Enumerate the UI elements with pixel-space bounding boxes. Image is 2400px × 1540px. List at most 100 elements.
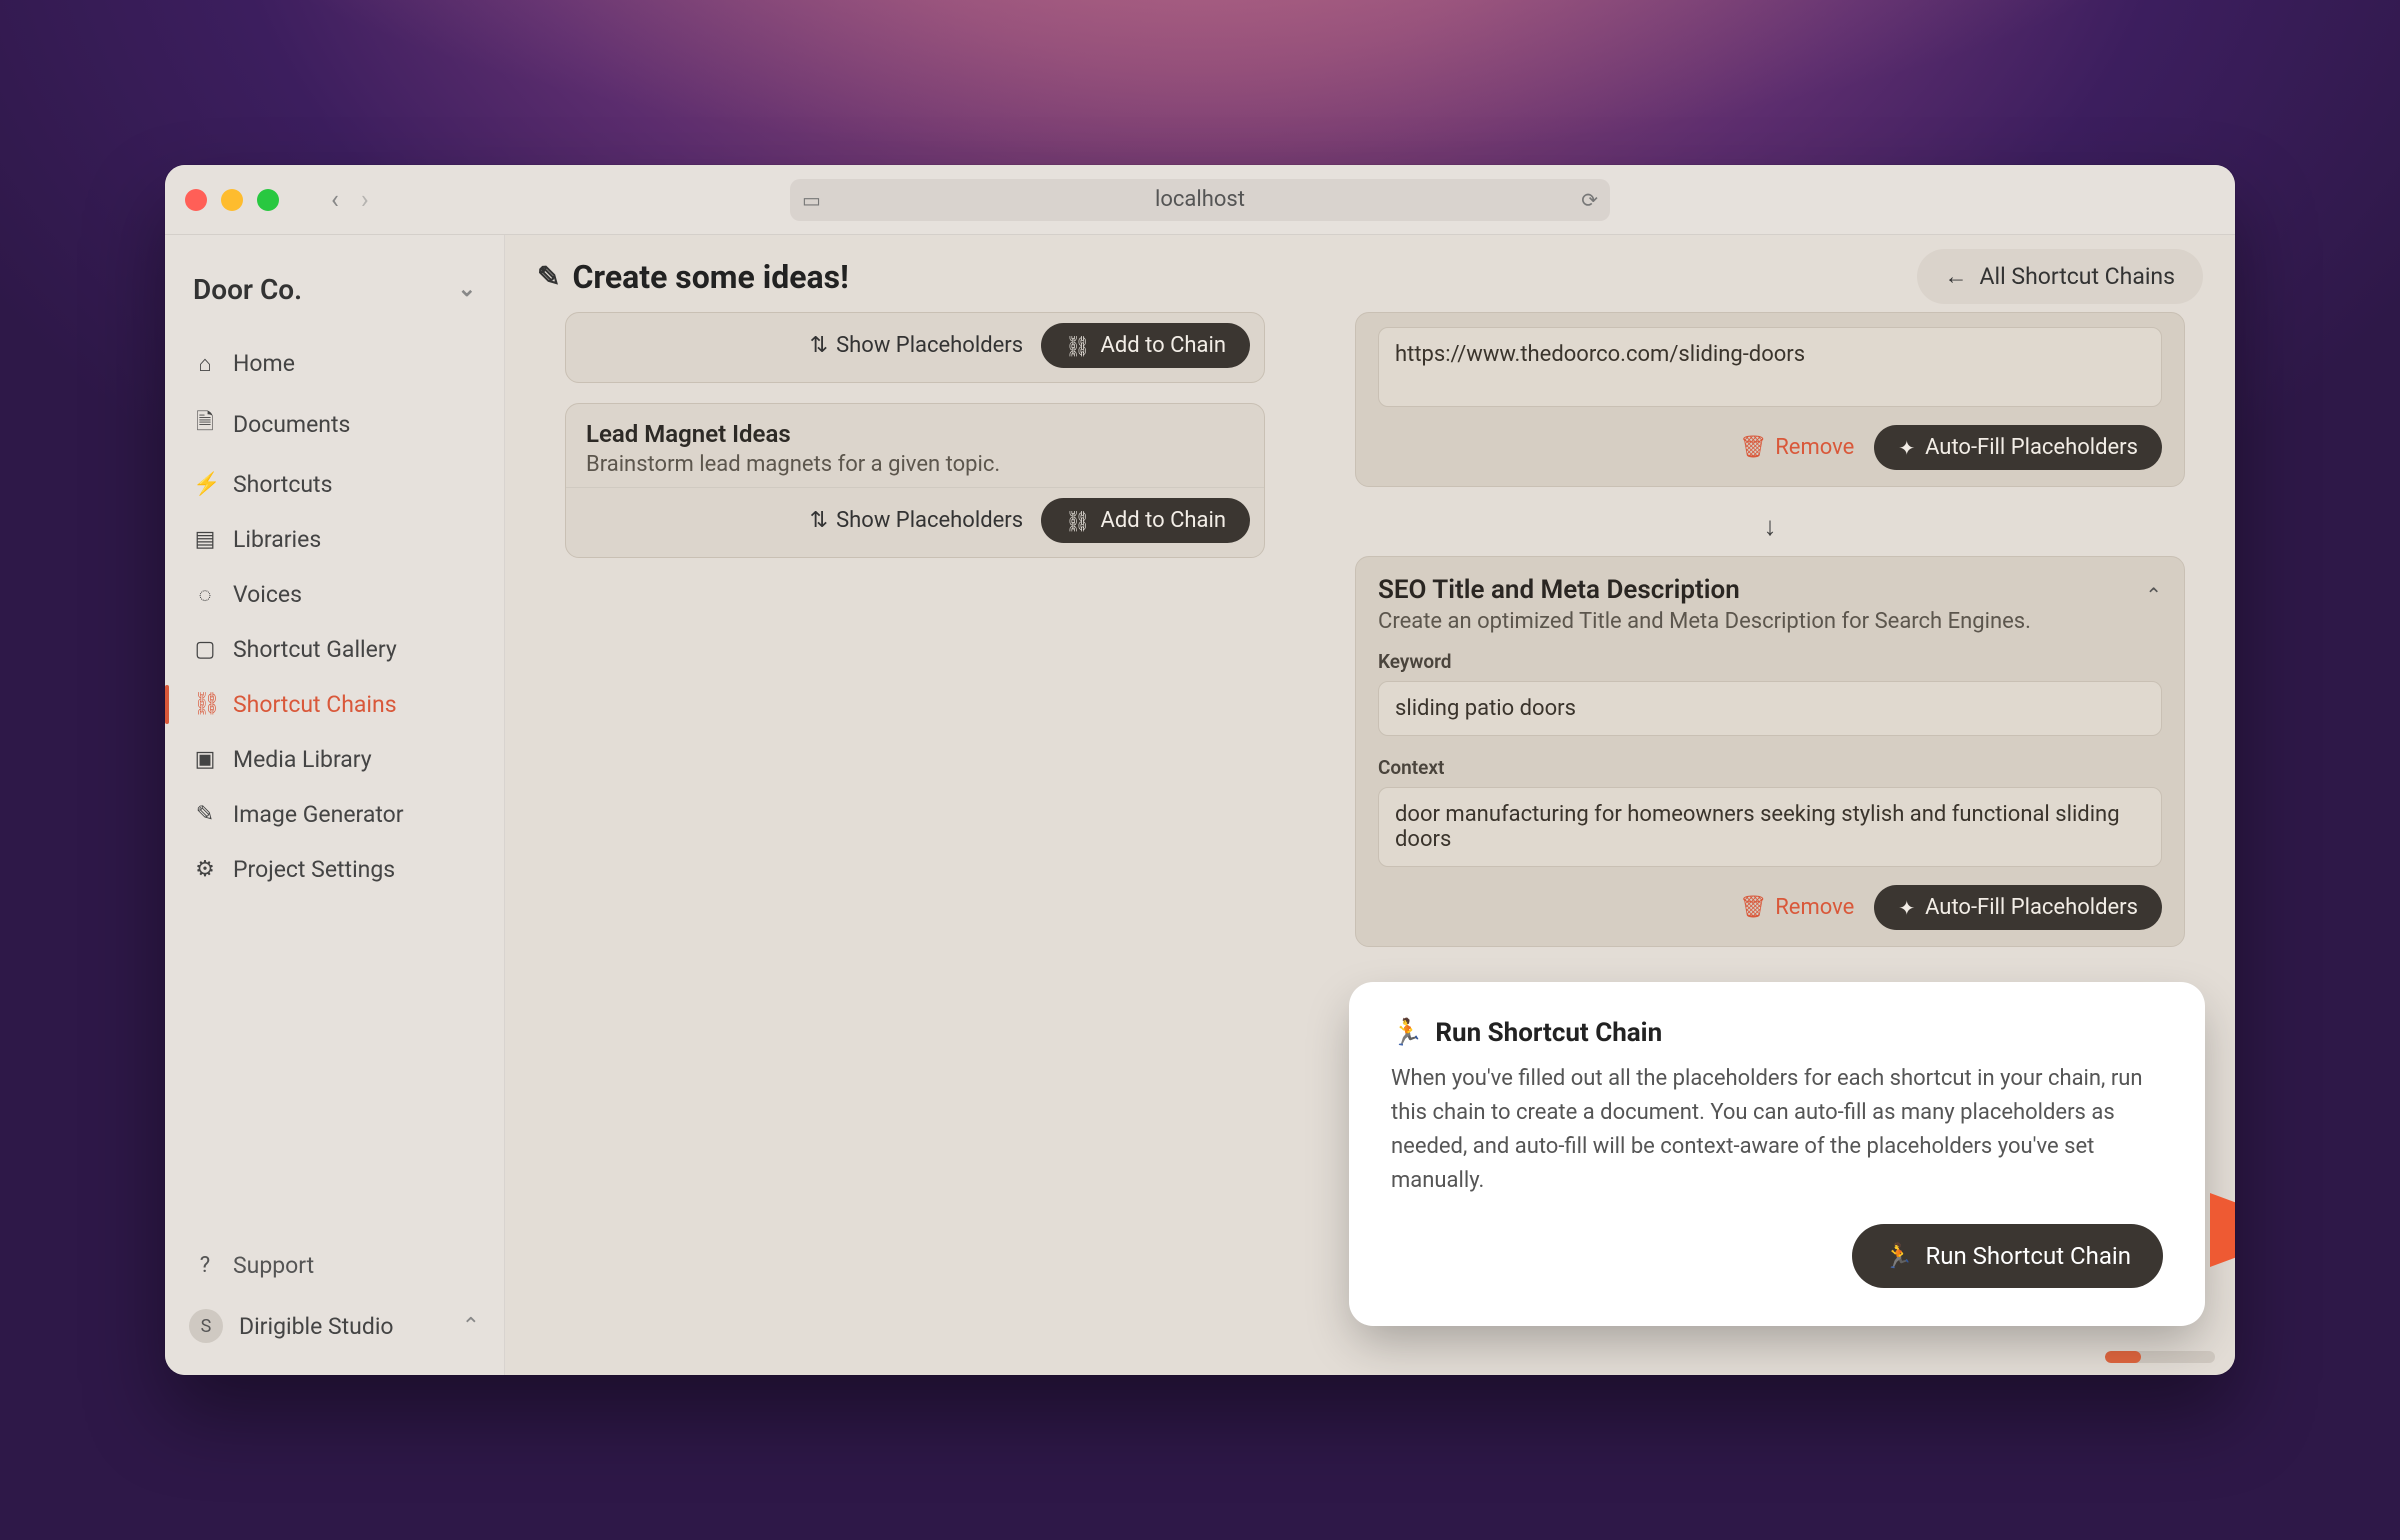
workspace-name: Door Co.	[193, 273, 302, 306]
chain-icon: ⛓	[193, 692, 217, 717]
url-input[interactable]	[1378, 327, 2162, 407]
support-link[interactable]: ? Support	[165, 1236, 504, 1295]
chevron-up-down-icon: ⌃	[462, 1314, 480, 1339]
sidebar-item-image-generator[interactable]: ✎ Image Generator	[175, 787, 494, 842]
sidebar-item-label: Media Library	[233, 746, 372, 773]
available-shortcuts-column: ⇅ Show Placeholders ⛓ Add to Chain Lead …	[535, 312, 1295, 1345]
sparkle-icon: ✦	[1898, 896, 1915, 920]
remove-label: Remove	[1775, 895, 1854, 920]
address-bar[interactable]: ▭ localhost ⟳	[790, 179, 1610, 221]
page-indicator	[2105, 1351, 2215, 1363]
plus-minus-icon: ⇅	[810, 333, 828, 358]
keyword-input[interactable]	[1378, 681, 2162, 736]
sidebar-item-label: Voices	[233, 581, 302, 608]
autofill-button[interactable]: ✦ Auto-Fill Placeholders	[1874, 425, 2162, 470]
run-chain-popover: 🏃 Run Shortcut Chain When you've filled …	[1355, 988, 2199, 1320]
context-input[interactable]	[1378, 787, 2162, 867]
sidebar-nav: ⌂ Home 🗎 Documents ⚡ Shortcuts ▤ Librari…	[165, 336, 504, 897]
show-placeholders-label: Show Placeholders	[836, 508, 1023, 533]
sidebar-item-voices[interactable]: ◌ Voices	[175, 567, 494, 622]
sidebar-item-label: Shortcut Gallery	[233, 636, 397, 663]
workspace-selector[interactable]: Door Co. ⌄	[165, 253, 504, 336]
studio-selector[interactable]: S Dirigible Studio ⌃	[165, 1295, 504, 1357]
bolt-icon: ⚡	[193, 472, 217, 497]
page-title-text: Create some ideas!	[572, 258, 848, 296]
document-icon: 🗎	[193, 405, 217, 443]
maximize-icon[interactable]	[257, 189, 279, 211]
support-label: Support	[233, 1252, 314, 1279]
remove-button[interactable]: 🗑 Remove	[1739, 895, 1854, 920]
nav-arrows: ‹ ›	[331, 185, 369, 215]
sidebar-item-label: Shortcuts	[233, 471, 332, 498]
arrow-down-icon: ↓	[1355, 511, 2185, 542]
sidebar-item-home[interactable]: ⌂ Home	[175, 336, 494, 391]
popover-title: Run Shortcut Chain	[1435, 1018, 1662, 1048]
show-placeholders-label: Show Placeholders	[836, 333, 1023, 358]
address-text: localhost	[1155, 187, 1245, 212]
sidebar-item-libraries[interactable]: ▤ Libraries	[175, 512, 494, 567]
sidebar-item-media-library[interactable]: ▣ Media Library	[175, 732, 494, 787]
chain-card-title: SEO Title and Meta Description	[1378, 575, 2031, 605]
add-to-chain-button[interactable]: ⛓ Add to Chain	[1041, 323, 1250, 368]
sidebar-item-label: Image Generator	[233, 801, 404, 828]
gallery-icon: ▢	[193, 637, 217, 662]
run-shortcut-chain-button[interactable]: 🏃 Run Shortcut Chain	[1852, 1224, 2163, 1288]
studio-name: Dirigible Studio	[239, 1313, 394, 1340]
close-icon[interactable]	[185, 189, 207, 211]
sidebar: Door Co. ⌄ ⌂ Home 🗎 Documents ⚡ Shortcut…	[165, 235, 505, 1375]
run-icon: 🏃	[1391, 1018, 1423, 1048]
trash-icon: 🗑	[1739, 895, 1767, 920]
show-placeholders-button[interactable]: ⇅ Show Placeholders	[810, 508, 1023, 533]
sidebar-item-label: Project Settings	[233, 856, 395, 883]
minimize-icon[interactable]	[221, 189, 243, 211]
sparkle-icon: ✦	[1898, 436, 1915, 460]
popover-title-row: 🏃 Run Shortcut Chain	[1391, 1018, 2163, 1048]
voice-icon: ◌	[193, 582, 217, 608]
media-icon: ▣	[193, 747, 217, 772]
sidebar-item-shortcut-gallery[interactable]: ▢ Shortcut Gallery	[175, 622, 494, 677]
shortcut-card: ⇅ Show Placeholders ⛓ Add to Chain	[565, 312, 1265, 383]
all-shortcut-chains-button[interactable]: ← All Shortcut Chains	[1917, 249, 2203, 304]
context-label: Context	[1378, 756, 2162, 779]
gear-icon: ⚙	[193, 857, 217, 882]
main-header: ✎ Create some ideas! ← All Shortcut Chai…	[505, 235, 2235, 312]
chevron-down-icon: ⌄	[458, 277, 476, 302]
show-placeholders-button[interactable]: ⇅ Show Placeholders	[810, 333, 1023, 358]
link-icon: ⛓	[1065, 334, 1090, 358]
help-icon: ?	[193, 1253, 217, 1278]
sidebar-item-shortcuts[interactable]: ⚡ Shortcuts	[175, 457, 494, 512]
forward-icon[interactable]: ›	[361, 185, 369, 215]
main-content: ✎ Create some ideas! ← All Shortcut Chai…	[505, 235, 2235, 1375]
browser-window: ‹ › ▭ localhost ⟳ Door Co. ⌄ ⌂ Home 🗎 Do…	[165, 165, 2235, 1375]
sidebar-item-documents[interactable]: 🗎 Documents	[175, 391, 494, 457]
sidebar-item-label: Home	[233, 350, 295, 377]
reload-icon[interactable]: ⟳	[1581, 188, 1598, 212]
run-button-label: Run Shortcut Chain	[1925, 1242, 2131, 1270]
autofill-button[interactable]: ✦ Auto-Fill Placeholders	[1874, 885, 2162, 930]
remove-button[interactable]: 🗑 Remove	[1739, 435, 1854, 460]
add-to-chain-button[interactable]: ⛓ Add to Chain	[1041, 498, 1250, 543]
home-icon: ⌂	[193, 351, 217, 377]
add-to-chain-label: Add to Chain	[1100, 508, 1226, 533]
sidebar-item-shortcut-chains[interactable]: ⛓ Shortcut Chains	[175, 677, 494, 732]
sidebar-item-label: Libraries	[233, 526, 321, 553]
page-title: ✎ Create some ideas!	[537, 258, 849, 296]
shortcut-card-title: Lead Magnet Ideas	[586, 420, 1244, 448]
back-icon[interactable]: ‹	[331, 185, 339, 215]
edit-icon[interactable]: ✎	[537, 260, 560, 293]
run-icon: 🏃	[1884, 1242, 1914, 1270]
sidebar-item-label: Shortcut Chains	[233, 691, 397, 718]
keyword-label: Keyword	[1378, 650, 2162, 673]
autofill-label: Auto-Fill Placeholders	[1925, 435, 2138, 460]
sidebar-item-label: Documents	[233, 411, 350, 438]
remove-label: Remove	[1775, 435, 1854, 460]
books-icon: ▤	[193, 527, 217, 552]
autofill-label: Auto-Fill Placeholders	[1925, 895, 2138, 920]
chain-card-url: 🗑 Remove ✦ Auto-Fill Placeholders	[1355, 312, 2185, 487]
sidebar-item-project-settings[interactable]: ⚙ Project Settings	[175, 842, 494, 897]
traffic-lights	[185, 189, 279, 211]
collapse-icon[interactable]: ⌃	[2145, 575, 2162, 607]
chain-card-desc: Create an optimized Title and Meta Descr…	[1378, 609, 2031, 634]
brush-icon: ✎	[193, 802, 217, 827]
arrow-left-icon: ←	[1945, 263, 1968, 290]
